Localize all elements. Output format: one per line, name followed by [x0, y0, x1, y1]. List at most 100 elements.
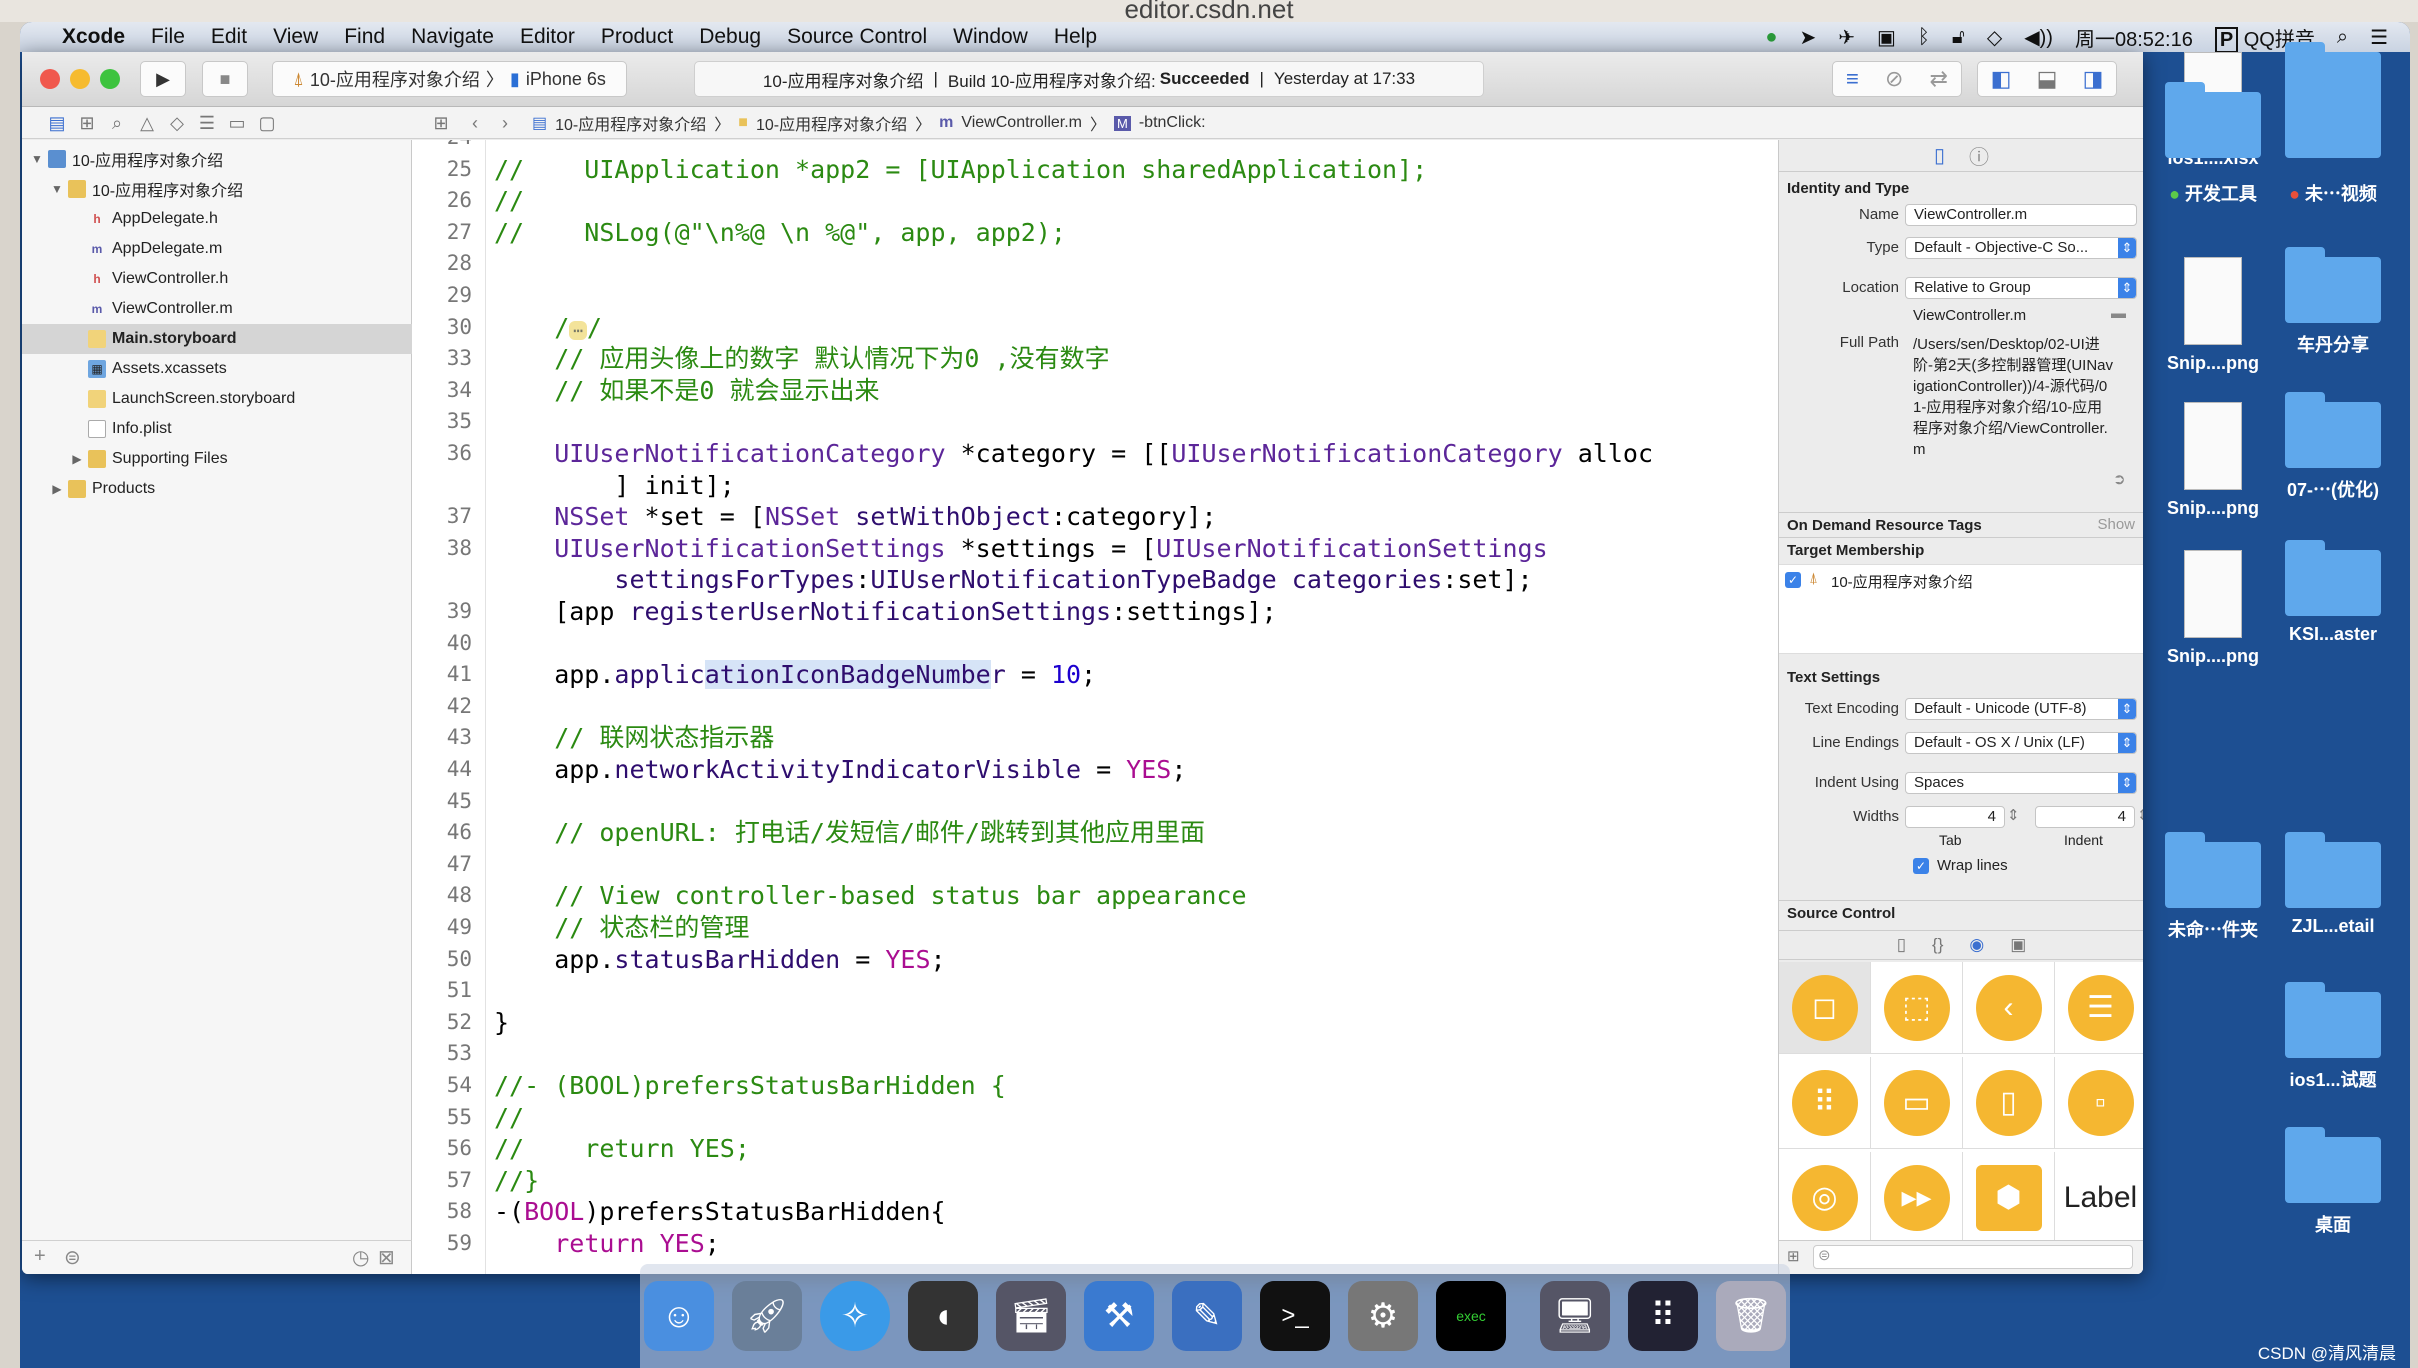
target-checkbox[interactable]: ✓	[1785, 572, 1801, 588]
library-item-tab-bar-controller[interactable]: ▭	[1871, 1057, 1963, 1149]
navigator-item[interactable]: h AppDelegate.h	[22, 204, 412, 234]
navigator-item[interactable]: ▶ Supporting Files	[22, 444, 412, 474]
library-filter-input[interactable]: ⊜	[1813, 1245, 2133, 1269]
menu-source-control[interactable]: Source Control	[787, 25, 927, 49]
location-popup[interactable]: Relative to Group	[1905, 277, 2137, 299]
menu-file[interactable]: File	[151, 25, 185, 49]
code-snippet-library-icon[interactable]: {}	[1932, 935, 1943, 955]
tab-width-stepper[interactable]: ⇕	[2007, 806, 2020, 824]
navigator-item[interactable]: Info.plist	[22, 414, 412, 444]
library-item-media-player[interactable]: ▸▸	[1871, 1152, 1963, 1244]
safari-icon[interactable]: ✧	[820, 1281, 890, 1351]
library-item-storyboard-reference[interactable]: ⬚	[1871, 962, 1963, 1054]
toggle-debug-icon[interactable]: ⬓	[2037, 66, 2058, 92]
related-items-icon[interactable]: ⊞	[428, 111, 454, 135]
filter-icon[interactable]: ⊜	[64, 1245, 81, 1270]
toggle-navigator-icon[interactable]: ◧	[1991, 66, 2012, 92]
assistant-editor-icon[interactable]: ⊘	[1885, 66, 1903, 92]
disclosure-open-icon[interactable]: ▼	[50, 182, 64, 196]
navigator-item[interactable]: m ViewController.m	[22, 294, 412, 324]
lock-icon[interactable]: 🔓︎	[1952, 26, 1965, 49]
tab-width-field[interactable]: 4	[1905, 806, 2005, 828]
jump-file[interactable]: ViewController.m	[961, 114, 1082, 132]
report-navigator-icon[interactable]: ▢	[254, 111, 280, 135]
terminal-icon[interactable]: >_	[1260, 1281, 1330, 1351]
disclosure-open-icon[interactable]: ▼	[30, 152, 44, 166]
reveal-in-finder-icon[interactable]: ➲	[2113, 470, 2126, 488]
library-item-object[interactable]: ⬢	[1963, 1152, 2055, 1244]
library-item-page-view-controller[interactable]: ▯	[1963, 1057, 2055, 1149]
standard-editor-icon[interactable]: ≡	[1846, 66, 1859, 92]
close-button[interactable]	[40, 69, 60, 89]
desktop-item[interactable]: 桌面	[2268, 1127, 2398, 1237]
console-icon[interactable]: exec	[1436, 1281, 1506, 1351]
run-button[interactable]: ▶	[140, 61, 186, 97]
menu-editor[interactable]: Editor	[520, 25, 575, 49]
breakpoint-navigator-icon[interactable]: ▭	[224, 111, 250, 135]
navigator-item[interactable]: ▼ 10-应用程序对象介绍	[22, 174, 412, 204]
menu-find[interactable]: Find	[344, 25, 385, 49]
jump-group[interactable]: 10-应用程序对象介绍	[756, 111, 907, 135]
navigator-item[interactable]: ▦ Assets.xcassets	[22, 354, 412, 384]
scheme-selector[interactable]: ⍋ 10-应用程序对象介绍 〉 ▮ iPhone 6s	[272, 61, 627, 97]
wifi-icon[interactable]: ◇	[1987, 25, 2002, 50]
zoom-button[interactable]	[100, 69, 120, 89]
folded-comment-icon[interactable]: ⋯	[569, 320, 587, 340]
desktop-tag[interactable]: ● 开发工具	[2148, 180, 2278, 206]
library-item-glkit-view-controller[interactable]: ▫	[2055, 1057, 2143, 1149]
menu-window[interactable]: Window	[953, 25, 1028, 49]
bluetooth-icon[interactable]: ᛒ	[1918, 26, 1930, 49]
jump-project[interactable]: 10-应用程序对象介绍	[555, 111, 706, 135]
desktop-item[interactable]: 未命⋯件夹	[2148, 832, 2278, 942]
type-popup[interactable]: Default - Objective-C So...	[1905, 237, 2137, 259]
notification-center-icon[interactable]: ☰	[2370, 25, 2388, 50]
file-inspector-icon[interactable]: ▯	[1934, 143, 1945, 168]
trash-icon[interactable]: 🗑︎	[1716, 1281, 1786, 1351]
menu-debug[interactable]: Debug	[699, 25, 761, 49]
desktop-item[interactable]: 07-⋯(优化)	[2268, 392, 2398, 502]
menu-product[interactable]: Product	[601, 25, 673, 49]
project-navigator-icon[interactable]: ▤	[44, 111, 70, 135]
folder-icon[interactable]	[2165, 82, 2261, 158]
desktop-item[interactable]: KSI...aster	[2268, 540, 2398, 645]
screen-sharing-icon[interactable]: 🖥︎	[1540, 1281, 1610, 1351]
volume-icon[interactable]: ◀))	[2024, 25, 2053, 50]
line-endings-popup[interactable]: Default - OS X / Unix (LF)	[1905, 732, 2137, 754]
indent-width-field[interactable]: 4	[2035, 806, 2135, 828]
back-button[interactable]: ‹	[462, 111, 488, 135]
xcode-icon[interactable]: ⚒	[1084, 1281, 1154, 1351]
name-field[interactable]: ViewController.m	[1905, 204, 2137, 226]
navigator-item[interactable]: Main.storyboard	[22, 324, 412, 354]
quick-help-icon[interactable]: ⓘ	[1969, 141, 1989, 170]
desktop-tag[interactable]: ● 未⋯视频	[2268, 180, 2398, 206]
system-preferences-icon[interactable]: ⚙	[1348, 1281, 1418, 1351]
stop-button[interactable]: ■	[202, 61, 248, 97]
menu-edit[interactable]: Edit	[211, 25, 247, 49]
finder-icon[interactable]: ☺	[644, 1281, 714, 1351]
camera-icon[interactable]: ▣	[1877, 25, 1896, 50]
toggle-utilities-icon[interactable]: ◨	[2083, 66, 2104, 92]
symbol-navigator-icon[interactable]: ⊞	[74, 111, 100, 135]
mouse-app-icon[interactable]: ◖	[908, 1281, 978, 1351]
desktop-item[interactable]: ios1...试题	[2268, 982, 2398, 1092]
menu-help[interactable]: Help	[1054, 25, 1097, 49]
menu-xcode[interactable]: Xcode	[62, 25, 125, 49]
spotlight-icon[interactable]: ⌕	[2337, 26, 2348, 49]
find-navigator-icon[interactable]: ⌕	[104, 111, 130, 135]
menu-view[interactable]: View	[273, 25, 318, 49]
library-item-view-controller[interactable]: ◻	[1779, 962, 1871, 1054]
version-editor-icon[interactable]: ⇄	[1930, 66, 1948, 92]
menu-navigate[interactable]: Navigate	[411, 25, 494, 49]
recent-files-icon[interactable]: ◷	[352, 1245, 369, 1270]
forward-button[interactable]: ›	[492, 111, 518, 135]
navigator-item[interactable]: m AppDelegate.m	[22, 234, 412, 264]
indent-using-popup[interactable]: Spaces	[1905, 772, 2137, 794]
media-library-icon[interactable]: ▣	[2010, 935, 2026, 955]
record-icon[interactable]: ●	[1765, 26, 1777, 49]
source-editor[interactable]: 24 25 // UIApplication *app2 = [UIApplicat…	[412, 140, 1778, 1274]
object-library-icon[interactable]: ◉	[1969, 935, 1984, 955]
video-app-icon[interactable]: 🎬︎	[996, 1281, 1066, 1351]
wrap-lines-checkbox[interactable]: ✓	[1913, 858, 1929, 874]
clock[interactable]: 周一08:52:16	[2075, 23, 2193, 52]
scm-filter-icon[interactable]: ⊠	[378, 1245, 395, 1270]
